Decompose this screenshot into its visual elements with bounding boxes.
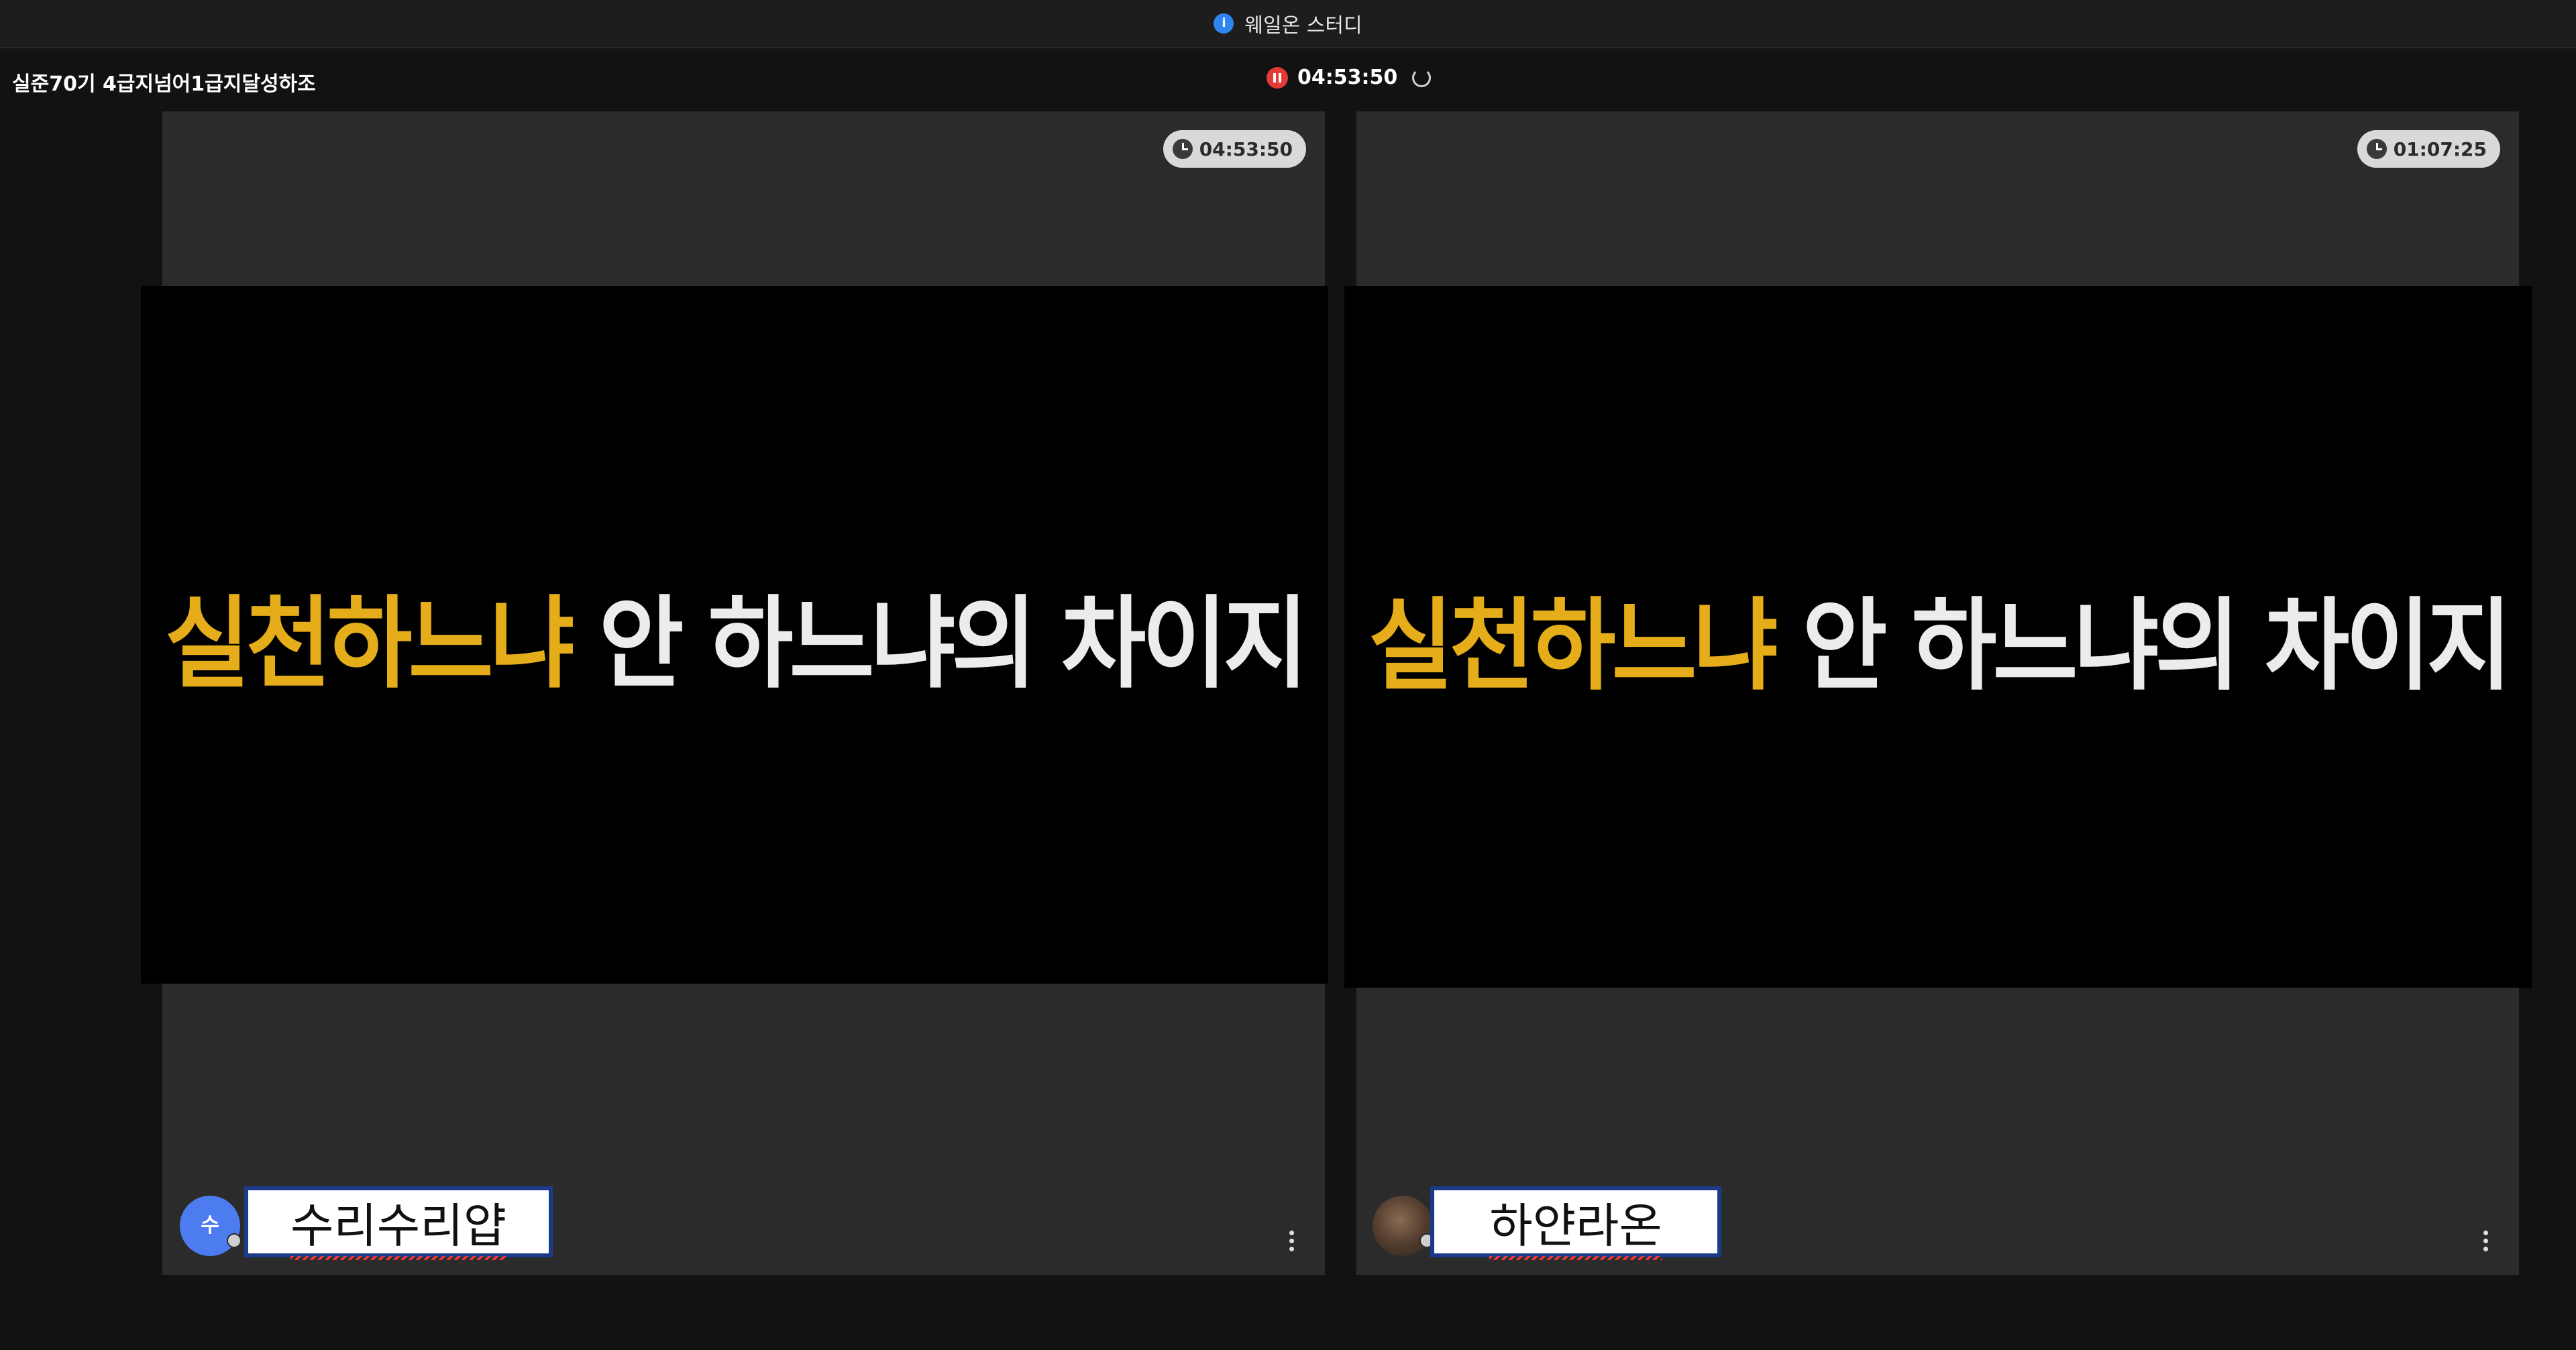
refresh-icon[interactable] (1412, 68, 1432, 87)
participant-name-label: 하얀라온 (1430, 1186, 1721, 1260)
participant-timer-text: 04:53:50 (1199, 138, 1293, 160)
clock-icon (1172, 139, 1193, 159)
caption-highlight: 실천하느냐 (1368, 587, 1778, 705)
participant-name: 하얀라온 (1489, 1188, 1662, 1260)
more-options-icon[interactable] (1289, 1231, 1295, 1253)
caption-highlight: 실천하느냐 (164, 585, 575, 703)
participant-timer: 04:53:50 (1163, 130, 1306, 168)
session-info-bar: 실준70기 4급지넘어1급지달성하조 04:53:50 (0, 48, 2576, 110)
whale-on-icon: i (1214, 13, 1234, 34)
session-elapsed-time: 04:53:50 (1297, 66, 1398, 89)
video-caption: 실천하느냐 안 하느냐의 차이지 (1368, 564, 2512, 709)
participant-name-label: 수리수리얍 (244, 1186, 553, 1260)
shared-video: 실천하느냐 안 하느냐의 차이지 (141, 286, 1328, 984)
video-caption: 실천하느냐 안 하느냐의 차이지 (164, 562, 1309, 707)
session-status: 04:53:50 (1267, 66, 1432, 89)
pause-record-icon[interactable] (1267, 66, 1288, 89)
shared-video: 실천하느냐 안 하느냐의 차이지 (1344, 286, 2532, 988)
mic-icon (227, 1233, 241, 1248)
room-name: 실준70기 4급지넘어1급지달성하조 (12, 72, 316, 96)
participant-name: 수리수리얍 (290, 1188, 506, 1260)
participant-timer: 01:07:25 (2357, 130, 2500, 168)
more-options-icon[interactable] (2483, 1231, 2489, 1253)
window-title: i 웨일온 스터디 (1214, 9, 1362, 38)
caption-rest: 안 하느냐의 차이지 (1774, 587, 2512, 705)
app-title: 웨일온 스터디 (1244, 14, 1362, 38)
participant-timer-text: 01:07:25 (2393, 138, 2487, 160)
caption-rest: 안 하느냐의 차이지 (570, 585, 1309, 703)
clock-icon (2366, 139, 2387, 159)
title-bar: i 웨일온 스터디 (0, 0, 2576, 48)
